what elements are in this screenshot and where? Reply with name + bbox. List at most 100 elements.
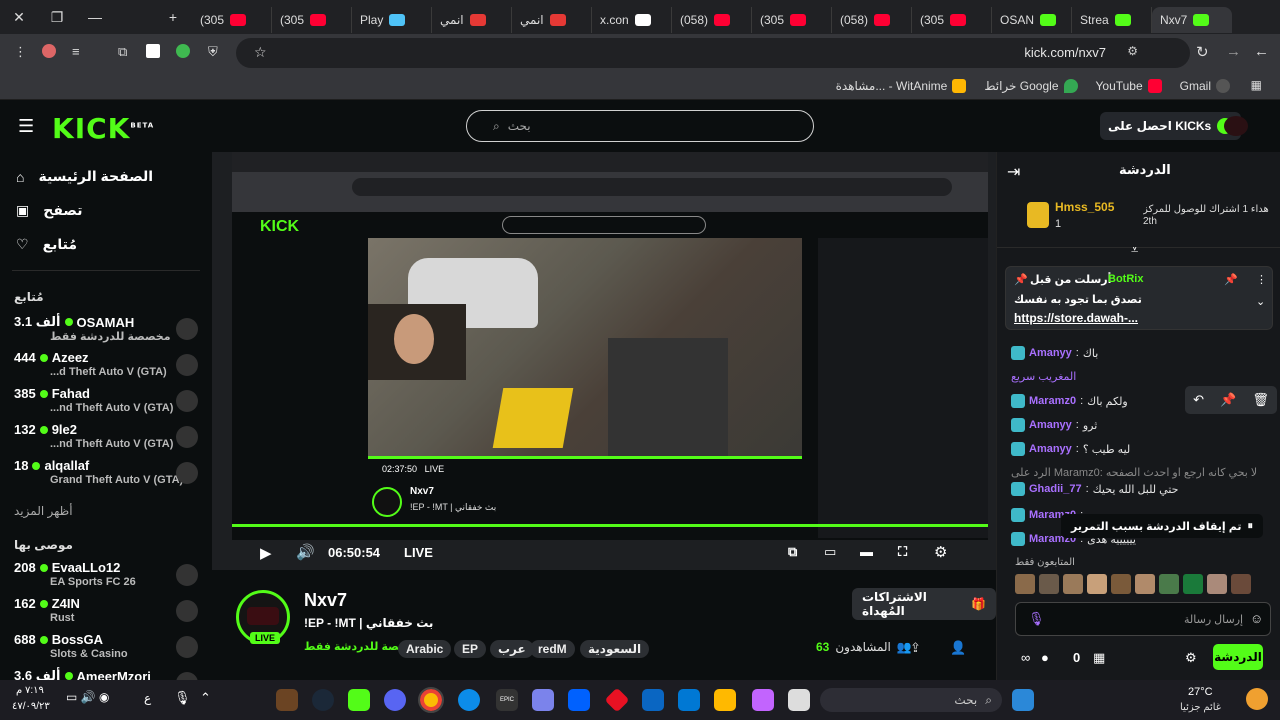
viewer-avatar-icon[interactable]	[1087, 574, 1107, 594]
chat-message-input[interactable]: 🎙 إرسال رسالة ☺	[1015, 602, 1271, 636]
channel-row[interactable]: 208 EvaaLLo12 EA Sports FC 26	[0, 560, 212, 596]
hamburger-menu-icon[interactable]: ☰	[18, 116, 34, 137]
pin-message-icon[interactable]: 📌	[1220, 392, 1236, 408]
chat-username[interactable]: Amanyy	[1029, 419, 1072, 431]
chat-message[interactable]: الرد على Maramz0: لا بحي كانه ارجع او اح…	[1011, 466, 1257, 479]
tag-redm[interactable]: redM	[530, 640, 575, 658]
site-settings-icon[interactable]: ⚙	[1127, 44, 1138, 58]
browser-tab[interactable]: انمي	[432, 7, 512, 33]
chat-message[interactable]: Amanyy: ليه طيب ؟	[1011, 442, 1130, 456]
minimize-window-icon[interactable]: —	[76, 9, 114, 25]
channel-row[interactable]: 18 alqallaf Grand Theft Auto V (GTA)	[0, 458, 212, 494]
edge-icon[interactable]	[458, 689, 480, 711]
weather-icon[interactable]	[1246, 688, 1268, 710]
pip-icon[interactable]: ▭	[824, 544, 836, 560]
channel-row[interactable]: 3.1 ألف OSAMAH مخصصة للدردشة فقط	[0, 314, 212, 350]
new-tab-icon[interactable]: +	[154, 9, 192, 25]
chrome-icon[interactable]	[418, 687, 444, 713]
chat-paused-toast[interactable]: تم إيقاف الدردشة بسبب التمرير ⏸	[1061, 514, 1263, 538]
tag-ep[interactable]: EP	[454, 640, 487, 658]
viewer-avatar-icon[interactable]	[1207, 574, 1227, 594]
bookmark-youtube[interactable]: YouTube	[1096, 78, 1162, 93]
discord-icon[interactable]	[384, 689, 406, 711]
volume-icon[interactable]: 🔊	[296, 543, 315, 561]
live-indicator[interactable]: LIVE	[404, 545, 433, 560]
mail-icon[interactable]	[678, 689, 700, 711]
restore-window-icon[interactable]: ❐	[38, 9, 76, 26]
channel-row[interactable]: 444 Azeez ...d Theft Auto V (GTA)	[0, 350, 212, 386]
menu-dots-icon[interactable]: ⋮	[14, 44, 27, 60]
browser-tab[interactable]: (305	[272, 7, 352, 33]
user-avatar[interactable]	[1224, 116, 1248, 136]
chat-message[interactable]: Amanyy: ثرو	[1011, 418, 1097, 432]
extensions-icon[interactable]: ⧉	[118, 44, 127, 60]
settings-gear-icon[interactable]: ⚙	[934, 543, 947, 561]
url-text[interactable]: kick.com/nxv7	[1024, 45, 1106, 60]
browser-tab[interactable]: Nxv7	[1152, 7, 1232, 33]
browser-tab[interactable]: OSAN	[992, 7, 1072, 33]
all-bookmarks-icon[interactable]: ▦	[1251, 78, 1262, 92]
chat-message[interactable]: المغريب سريع	[1011, 370, 1076, 383]
bookmark-witanime[interactable]: مشاهدة... - WitAnime	[836, 78, 967, 93]
reload-icon[interactable]: ↻	[1196, 43, 1209, 61]
shield-icon[interactable]: ⛨	[208, 44, 218, 60]
sub-goal-banner[interactable]: Hmss_505 1 إهداء 1 اشتراك للوصول للمركز …	[997, 188, 1280, 248]
collapse-chat-icon[interactable]: ⇥	[1007, 162, 1020, 182]
share-icon[interactable]: ⇪	[910, 640, 921, 656]
viewer-avatar-icon[interactable]	[1183, 574, 1203, 594]
infinity-icon[interactable]: ∞	[1021, 650, 1030, 665]
microphone-icon[interactable]: 🎙	[1028, 611, 1045, 627]
bookmark-google-maps[interactable]: خرائط Google	[984, 78, 1078, 93]
extension-3-icon[interactable]	[176, 44, 190, 58]
close-window-icon[interactable]: ✕	[0, 9, 38, 26]
mic-tray-icon[interactable]: 🎙	[174, 690, 191, 706]
follow-icon[interactable]: 👤	[950, 640, 966, 656]
fullscreen-icon[interactable]: ⛶	[898, 544, 907, 560]
browser-tab[interactable]: (058)	[832, 7, 912, 33]
windows-start-icon[interactable]	[1012, 689, 1034, 711]
anydesk-icon[interactable]	[604, 687, 630, 713]
extension-2-icon[interactable]	[146, 44, 160, 58]
nav-home[interactable]: الصفحة الرئيسية ⌂	[16, 168, 188, 185]
channel-name[interactable]: Nxv7	[304, 590, 347, 611]
search-input[interactable]: ⌕ بحث	[466, 110, 814, 142]
channel-row[interactable]: 385 Fahad ...nd Theft Auto V (GTA)	[0, 386, 212, 422]
weather-desc[interactable]: غائم جزئيا	[1180, 702, 1221, 713]
emoji-icon[interactable]: ☺	[1250, 611, 1263, 626]
viewer-avatar-icon[interactable]	[1015, 574, 1035, 594]
get-kicks-button[interactable]: احصل على KICKs	[1100, 112, 1242, 140]
viewer-avatar-icon[interactable]	[1231, 574, 1251, 594]
browser-tab[interactable]: (305	[192, 7, 272, 33]
bookmark-star-icon[interactable]: ☆	[254, 44, 267, 61]
viewer-avatar-icon[interactable]	[1039, 574, 1059, 594]
chat-username[interactable]: Amanyy	[1029, 347, 1072, 359]
file-explorer-icon[interactable]	[714, 689, 736, 711]
clock-date[interactable]: ٤٧/٠٩/٢٣	[12, 701, 50, 712]
chat-message[interactable]: Amanyy: باك	[1011, 346, 1098, 360]
browser-tab[interactable]: (305	[752, 7, 832, 33]
epic-games-icon[interactable]: EPIC	[496, 689, 518, 711]
browser-tab[interactable]: (305	[912, 7, 992, 33]
pinned-link[interactable]: https://store.dawah-...	[1014, 311, 1138, 325]
browser-tab[interactable]: Play	[352, 7, 432, 33]
viewer-avatar-icon[interactable]	[1135, 574, 1155, 594]
show-more-link[interactable]: أظهر المزيد	[14, 504, 73, 518]
channel-row[interactable]: 132 9le2 ...nd Theft Auto V (GTA)	[0, 422, 212, 458]
language-indicator[interactable]: ع	[144, 691, 151, 705]
browser-tab[interactable]: (058)	[672, 7, 752, 33]
tray-chevron-icon[interactable]: ⌃	[200, 690, 211, 706]
unpin-icon[interactable]: 📌	[1224, 273, 1238, 286]
kick-logo[interactable]: KICKBETA	[52, 112, 154, 145]
nav-browse[interactable]: تصفح ▣	[16, 202, 188, 219]
browser-tab[interactable]: Strea	[1072, 7, 1152, 33]
theater-mode-icon[interactable]: ▬	[860, 544, 873, 559]
chat-message[interactable]: Ghadii_77: حتي للبل الله يحيك	[1011, 482, 1178, 496]
tag-arab[interactable]: عرب	[490, 640, 534, 658]
address-bar[interactable]: ☆ kick.com/nxv7 ⚙	[236, 38, 1190, 68]
channel-row[interactable]: 162 Z4IN Rust	[0, 596, 212, 632]
send-chat-button[interactable]: الدردشة	[1213, 644, 1263, 670]
browser-tab[interactable]: انمي	[512, 7, 592, 33]
viewer-avatar-icon[interactable]	[1111, 574, 1131, 594]
chat-username[interactable]: Maramz0	[1029, 395, 1076, 407]
weather-temp[interactable]: 27°C	[1188, 686, 1213, 698]
